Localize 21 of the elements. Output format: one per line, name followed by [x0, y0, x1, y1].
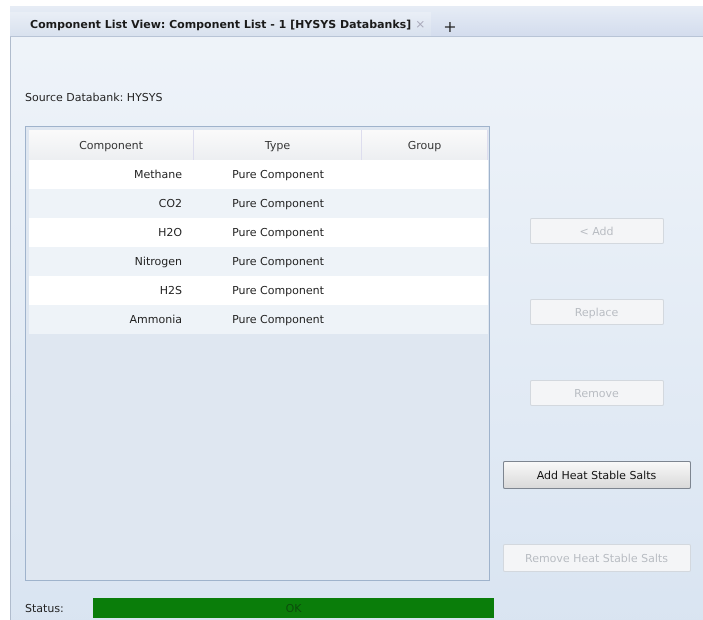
- table-cell: Nitrogen: [29, 247, 194, 276]
- new-tab-button[interactable]: +: [439, 17, 461, 36]
- table-cell: Pure Component: [194, 160, 362, 189]
- column-header[interactable]: Group: [362, 130, 488, 160]
- table-cell: Pure Component: [194, 218, 362, 247]
- source-databank-label: Source Databank: HYSYS: [25, 91, 164, 106]
- table-cell: Pure Component: [194, 247, 362, 276]
- action-button[interactable]: Add Heat Stable Salts: [502, 461, 690, 489]
- table-cell: Pure Component: [194, 305, 362, 334]
- table-cell: CO2: [29, 189, 194, 218]
- status-label: Status:: [25, 602, 65, 614]
- column-header[interactable]: Type: [194, 130, 362, 160]
- tab-title: Component List View: Component List - 1 [HYSYS Databanks]: [30, 18, 412, 30]
- table-cell: H2S: [29, 276, 194, 305]
- table-cell: H2O: [29, 218, 194, 247]
- document-tab[interactable]: Component List View: Component List - 1 [HYSYS Databanks] ×: [10, 12, 432, 36]
- column-header[interactable]: Component: [29, 130, 194, 160]
- table-cell: Pure Component: [194, 189, 362, 218]
- table-cell: Methane: [29, 160, 194, 189]
- table-cell: Pure Component: [194, 276, 362, 305]
- table-cell: Ammonia: [29, 305, 194, 334]
